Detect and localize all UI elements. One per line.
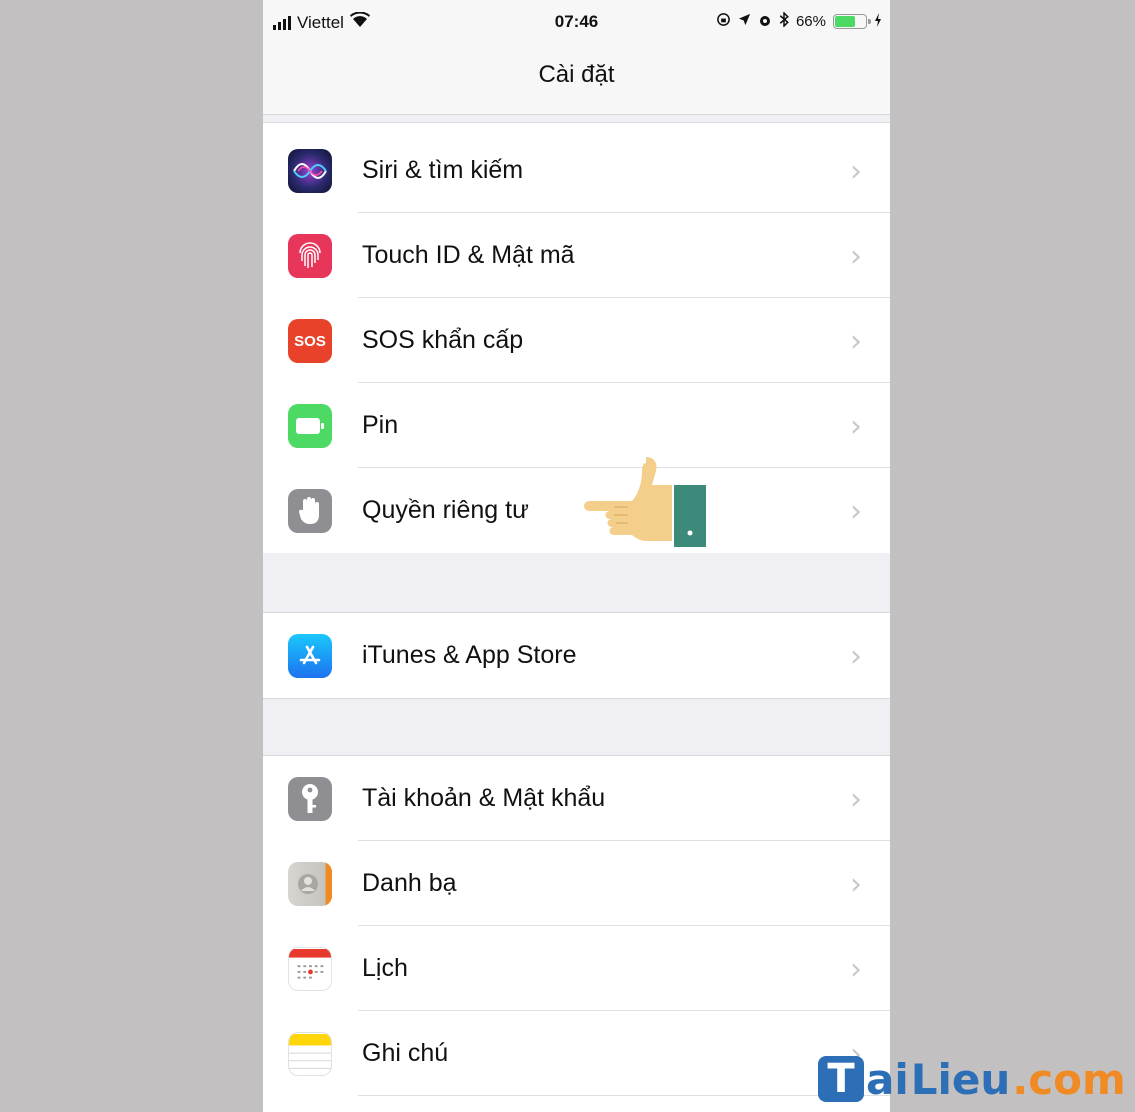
settings-row-label: Touch ID & Mật mã (362, 241, 575, 269)
settings-row-next[interactable] (263, 1096, 890, 1112)
rotation-lock-icon (716, 12, 731, 31)
key-icon (288, 777, 332, 821)
chevron-right-icon: › (850, 782, 862, 817)
settings-row-label: Pin (362, 411, 399, 439)
settings-row-calendar[interactable]: Lịch › (263, 926, 890, 1011)
chevron-right-icon: › (850, 494, 862, 529)
chevron-right-icon: › (850, 239, 862, 274)
chevron-right-icon: › (850, 952, 862, 987)
watermark-text-lieu: Lieu (910, 1054, 1011, 1104)
settings-row-label: Quyền riêng tư (362, 496, 529, 524)
settings-screen: Viettel 07:46 66% Cài đặt Siri & tìm kiế… (263, 0, 890, 1112)
charging-icon (874, 12, 882, 31)
fingerprint-icon (288, 234, 332, 278)
battery-app-icon (288, 404, 332, 448)
settings-row-label: Tài khoản & Mật khẩu (362, 784, 606, 812)
sos-icon: SOS (288, 319, 332, 363)
chevron-right-icon: › (850, 639, 862, 674)
navigation-bar: Cài đặt (263, 44, 890, 115)
calendar-icon (288, 947, 332, 991)
settings-row-label: Lịch (362, 954, 408, 982)
privacy-hand-icon (288, 489, 332, 533)
contacts-icon (288, 862, 332, 906)
settings-row-siri[interactable]: Siri & tìm kiếm › (263, 128, 890, 213)
settings-row-label: SOS khẩn cấp (362, 326, 524, 354)
settings-row-notes[interactable]: Ghi chú › (263, 1011, 890, 1096)
settings-row-itunes-app-store[interactable]: iTunes & App Store › (263, 613, 890, 698)
settings-group-1: Siri & tìm kiếm › Touch ID & Mật mã › SO… (263, 128, 890, 553)
watermark-text-ai: ai (866, 1054, 909, 1104)
pointing-hand-icon (584, 455, 714, 555)
watermark-text-com: .com (1012, 1054, 1126, 1104)
settings-row-label: Ghi chú (362, 1039, 449, 1067)
settings-row-battery[interactable]: Pin › (263, 383, 890, 468)
settings-group-2: iTunes & App Store › (263, 612, 890, 699)
settings-row-touch-id[interactable]: Touch ID & Mật mã › (263, 213, 890, 298)
bluetooth-icon (779, 11, 789, 31)
settings-row-label: Siri & tìm kiếm (362, 156, 524, 184)
settings-row-contacts[interactable]: Danh bạ › (263, 841, 890, 926)
settings-row-accounts-passwords[interactable]: Tài khoản & Mật khẩu › (263, 756, 890, 841)
app-store-icon (288, 634, 332, 678)
notes-icon (288, 1032, 332, 1076)
settings-row-label: Danh bạ (362, 869, 457, 897)
chevron-right-icon: › (850, 154, 862, 189)
status-bar: Viettel 07:46 66% (263, 0, 890, 44)
chevron-right-icon: › (850, 409, 862, 444)
settings-row-sos[interactable]: SOS SOS khẩn cấp › (263, 298, 890, 383)
chevron-right-icon: › (850, 867, 862, 902)
settings-row-privacy[interactable]: Quyền riêng tư › (263, 468, 890, 553)
battery-icon (833, 14, 871, 29)
page-title: Cài đặt (538, 61, 615, 88)
settings-group-3: Tài khoản & Mật khẩu › Danh bạ › Lịch › … (263, 755, 890, 1112)
settings-row-label: iTunes & App Store (362, 641, 577, 669)
chevron-right-icon: › (850, 324, 862, 359)
tailieu-watermark-logo: T ai Lieu .com (818, 1050, 1126, 1108)
siri-icon (288, 149, 332, 193)
battery-percent: 66% (795, 13, 826, 30)
location-icon (738, 13, 751, 30)
watermark-letter-badge: T (818, 1056, 864, 1102)
alarm-icon (758, 13, 772, 31)
